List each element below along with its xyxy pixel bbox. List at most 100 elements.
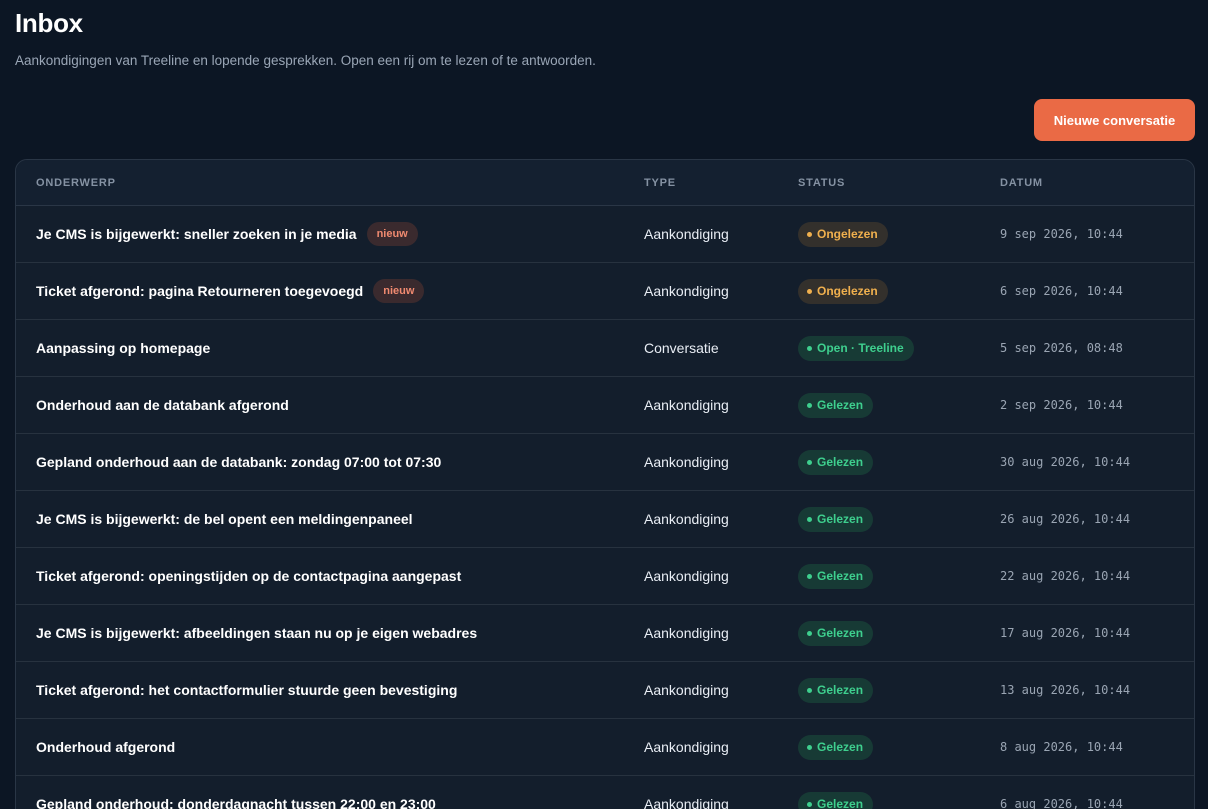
subject-cell: Onderhoud aan de databank afgerond	[36, 377, 289, 433]
row-subject: Gepland onderhoud: donderdagnacht tussen…	[36, 796, 436, 809]
subject-cell: Je CMS is bijgewerkt: sneller zoeken in …	[36, 206, 418, 262]
page-subtitle: Aankondigingen van Treeline en lopende g…	[15, 53, 596, 68]
table-row[interactable]: Ticket afgerond: pagina Retourneren toeg…	[16, 263, 1194, 320]
type-cell: Aankondiging	[644, 263, 729, 319]
table-row[interactable]: Ticket afgerond: het contactformulier st…	[16, 662, 1194, 719]
status-label: Gelezen	[817, 626, 864, 640]
status-dot-icon	[807, 630, 812, 636]
status-badge: Gelezen	[798, 506, 874, 532]
type-cell: Conversatie	[644, 320, 719, 376]
status-badge: Open · Treeline	[798, 335, 914, 361]
inbox-table: ONDERWERP TYPE STATUS DATUM Je CMS is bi…	[15, 159, 1195, 809]
status-dot-icon	[807, 801, 812, 807]
subject-cell: Je CMS is bijgewerkt: de bel opent een m…	[36, 491, 413, 547]
status-cell: Gelezen	[798, 662, 874, 718]
row-type: Aankondiging	[644, 226, 729, 242]
status-badge: Gelezen	[798, 620, 874, 646]
table-row[interactable]: Gepland onderhoud aan de databank: zonda…	[16, 434, 1194, 491]
row-date: 9 sep 2026, 10:44	[1000, 227, 1123, 241]
date-cell: 9 sep 2026, 10:44	[1000, 206, 1123, 262]
status-cell: Gelezen	[798, 548, 874, 604]
date-cell: 26 aug 2026, 10:44	[1000, 491, 1130, 547]
row-type: Aankondiging	[644, 796, 729, 809]
status-cell: Open · Treeline	[798, 320, 914, 376]
row-type: Aankondiging	[644, 739, 729, 755]
status-dot-icon	[807, 516, 812, 522]
type-cell: Aankondiging	[644, 377, 729, 433]
table-header: ONDERWERP TYPE STATUS DATUM	[16, 160, 1194, 206]
status-badge: Gelezen	[798, 449, 874, 475]
date-cell: 17 aug 2026, 10:44	[1000, 605, 1130, 661]
row-date: 2 sep 2026, 10:44	[1000, 398, 1123, 412]
status-dot-icon	[807, 459, 812, 465]
status-cell: Gelezen	[798, 719, 874, 775]
column-header-status[interactable]: STATUS	[798, 177, 845, 189]
column-header-date[interactable]: DATUM	[1000, 177, 1043, 189]
table-row[interactable]: Gepland onderhoud: donderdagnacht tussen…	[16, 776, 1194, 809]
row-subject: Je CMS is bijgewerkt: de bel opent een m…	[36, 511, 413, 527]
row-type: Aankondiging	[644, 511, 729, 527]
table-row[interactable]: Je CMS is bijgewerkt: de bel opent een m…	[16, 491, 1194, 548]
row-date: 17 aug 2026, 10:44	[1000, 626, 1131, 640]
type-cell: Aankondiging	[644, 491, 729, 547]
status-label: Gelezen	[817, 455, 864, 469]
date-cell: 6 sep 2026, 10:44	[1000, 263, 1123, 319]
type-cell: Aankondiging	[644, 662, 729, 718]
row-date: 6 aug 2026, 10:44	[1000, 797, 1123, 809]
status-label: Gelezen	[817, 683, 864, 697]
status-label: Gelezen	[817, 797, 864, 809]
status-label: Gelezen	[817, 569, 864, 583]
column-header-type[interactable]: TYPE	[644, 177, 676, 189]
status-cell: Gelezen	[798, 491, 874, 547]
status-dot-icon	[807, 231, 812, 237]
row-type: Aankondiging	[644, 397, 729, 413]
table-row[interactable]: Je CMS is bijgewerkt: sneller zoeken in …	[16, 206, 1194, 263]
status-badge: Gelezen	[798, 563, 874, 589]
date-cell: 22 aug 2026, 10:44	[1000, 548, 1130, 604]
status-label: Gelezen	[817, 740, 864, 754]
row-date: 30 aug 2026, 10:44	[1000, 455, 1131, 469]
status-cell: Gelezen	[798, 434, 874, 490]
table-row[interactable]: Je CMS is bijgewerkt: afbeeldingen staan…	[16, 605, 1194, 662]
subject-cell: Ticket afgerond: het contactformulier st…	[36, 662, 457, 718]
subject-cell: Gepland onderhoud aan de databank: zonda…	[36, 434, 441, 490]
status-cell: Ongelezen	[798, 206, 888, 262]
new-conversation-button[interactable]: Nieuwe conversatie	[1034, 99, 1195, 141]
status-badge: Ongelezen	[798, 221, 888, 247]
row-date: 22 aug 2026, 10:44	[1000, 569, 1131, 583]
subject-cell: Aanpassing op homepage	[36, 320, 210, 376]
column-header-subject[interactable]: ONDERWERP	[36, 177, 116, 189]
row-subject: Ticket afgerond: het contactformulier st…	[36, 682, 458, 698]
type-cell: Aankondiging	[644, 605, 729, 661]
row-subject: Aanpassing op homepage	[36, 340, 211, 356]
subject-cell: Ticket afgerond: openingstijden op de co…	[36, 548, 461, 604]
row-date: 5 sep 2026, 08:48	[1000, 341, 1123, 355]
subject-cell: Je CMS is bijgewerkt: afbeeldingen staan…	[36, 605, 477, 661]
table-row[interactable]: Onderhoud afgerond Aankondiging Gelezen 8 a…	[16, 719, 1194, 776]
type-cell: Aankondiging	[644, 434, 729, 490]
status-label: Gelezen	[817, 398, 864, 412]
status-dot-icon	[807, 573, 812, 579]
status-dot-icon	[807, 288, 812, 294]
row-type: Aankondiging	[644, 682, 729, 698]
table-row[interactable]: Ticket afgerond: openingstijden op de co…	[16, 548, 1194, 605]
row-type: Conversatie	[644, 340, 719, 356]
status-dot-icon	[807, 345, 812, 351]
status-label: Ongelezen	[817, 284, 878, 298]
status-badge: Ongelezen	[798, 278, 888, 304]
date-cell: 30 aug 2026, 10:44	[1000, 434, 1130, 490]
row-subject: Onderhoud aan de databank afgerond	[36, 397, 289, 413]
new-badge: nieuw	[366, 222, 418, 246]
status-dot-icon	[807, 744, 812, 750]
table-row[interactable]: Onderhoud aan de databank afgerond Aankon…	[16, 377, 1194, 434]
type-cell: Aankondiging	[644, 719, 729, 775]
row-type: Aankondiging	[644, 568, 729, 584]
table-row[interactable]: Aanpassing op homepage Conversatie Open · …	[16, 320, 1194, 377]
status-label: Ongelezen	[817, 227, 878, 241]
inbox-page: Inbox Aankondigingen van Treeline en lop…	[0, 0, 1208, 809]
status-dot-icon	[807, 402, 812, 408]
date-cell: 2 sep 2026, 10:44	[1000, 377, 1123, 433]
type-cell: Aankondiging	[644, 776, 729, 809]
row-type: Aankondiging	[644, 283, 729, 299]
status-badge: Gelezen	[798, 791, 874, 809]
